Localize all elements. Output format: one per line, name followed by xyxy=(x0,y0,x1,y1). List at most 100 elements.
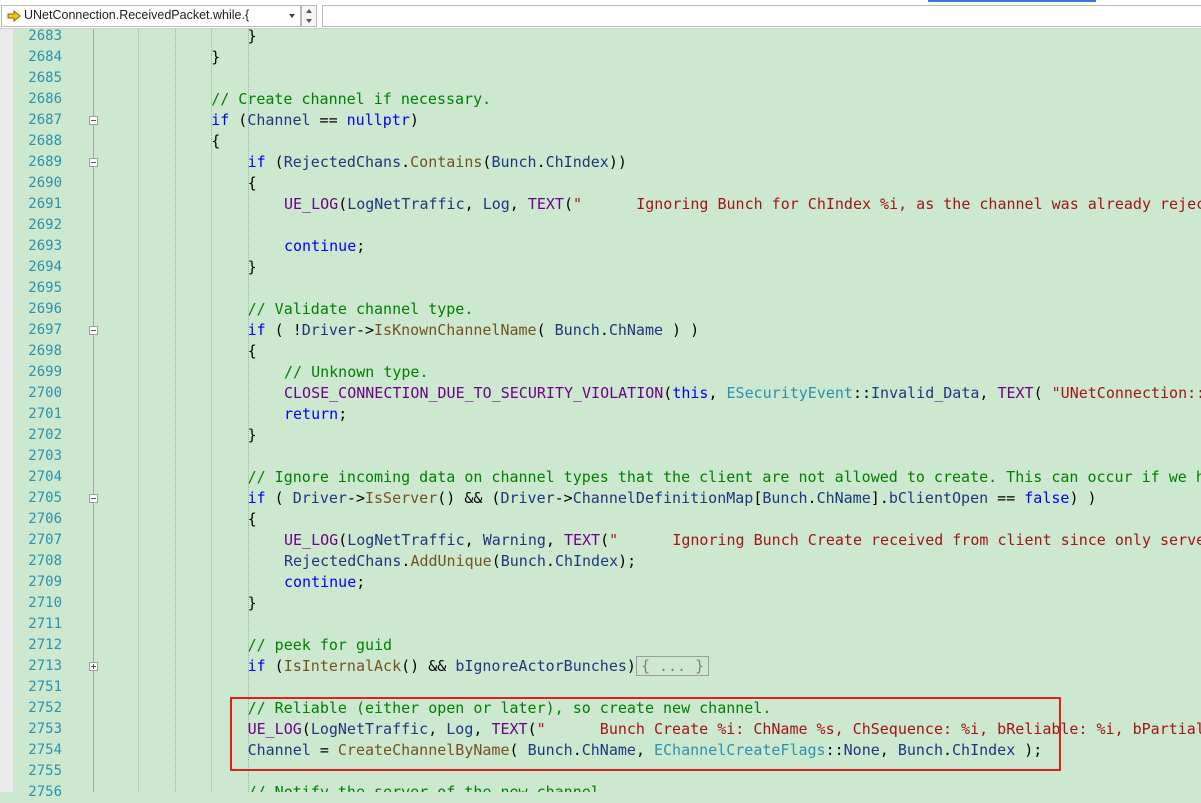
code-line[interactable]: } xyxy=(248,593,257,614)
code-line[interactable]: if ( Driver->IsServer() && (Driver->Chan… xyxy=(248,488,1097,509)
code-token: return xyxy=(284,405,339,423)
line-number: 2685 xyxy=(28,70,62,86)
line-number: 2684 xyxy=(28,49,62,65)
code-token: " Ignoring Bunch Create received from cl… xyxy=(609,531,1201,549)
code-token: ( xyxy=(265,489,293,507)
code-line[interactable]: // Create channel if necessary. xyxy=(211,89,491,110)
line-number: 2689 xyxy=(28,154,62,170)
code-line[interactable]: UE_LOG(LogNetTraffic, Log, TEXT(" Ignori… xyxy=(284,194,1201,215)
code-line[interactable]: RejectedChans.AddUnique(Bunch.ChIndex); xyxy=(284,551,636,572)
code-token: () && xyxy=(401,657,456,675)
code-token: ( ! xyxy=(265,321,302,339)
code-token: . xyxy=(599,321,609,339)
collapse-icon[interactable] xyxy=(89,158,98,167)
code-token: ( xyxy=(536,321,555,339)
code-line[interactable]: CLOSE_CONNECTION_DUE_TO_SECURITY_VIOLATI… xyxy=(284,383,1201,404)
code-line[interactable]: UE_LOG(LogNetTraffic, Warning, TEXT(" Ig… xyxy=(284,530,1201,551)
code-token: . xyxy=(545,552,555,570)
code-line[interactable]: // Notify the server of the new channel. xyxy=(248,782,609,792)
outline-fold-line xyxy=(93,29,94,792)
code-token: LogNetTraffic xyxy=(347,531,465,549)
code-line[interactable]: if (RejectedChans.Contains(Bunch.ChIndex… xyxy=(248,152,627,173)
code-line[interactable]: } xyxy=(248,29,257,47)
line-number: 2756 xyxy=(28,784,62,800)
code-token: UE_LOG xyxy=(284,195,339,213)
code-line[interactable]: { xyxy=(248,173,257,194)
code-token: TEXT xyxy=(997,384,1034,402)
code-token: } xyxy=(247,426,257,444)
indent-guide xyxy=(138,29,140,792)
collapsed-region[interactable]: { ... } xyxy=(635,656,710,676)
code-token: ; xyxy=(356,237,366,255)
line-number: 2705 xyxy=(28,490,62,506)
code-token: // peek for guid xyxy=(247,636,393,654)
code-token: TEXT xyxy=(527,195,564,213)
member-dropdown[interactable] xyxy=(322,5,1201,27)
code-token: if xyxy=(247,321,266,339)
triangle-down-icon[interactable] xyxy=(305,17,313,25)
code-token: , xyxy=(464,195,483,213)
code-token: RejectedChans xyxy=(284,552,402,570)
code-token: ) xyxy=(626,657,636,675)
code-token: , xyxy=(979,384,998,402)
code-token: ]. xyxy=(870,489,889,507)
line-number: 2751 xyxy=(28,679,62,695)
line-number: 2691 xyxy=(28,196,62,212)
code-token: , xyxy=(509,195,528,213)
collapse-icon[interactable] xyxy=(89,116,98,125)
line-number: 2692 xyxy=(28,217,62,233)
code-token: -> xyxy=(346,489,365,507)
code-line[interactable]: // Validate channel type. xyxy=(248,299,474,320)
code-token: ( xyxy=(491,552,501,570)
triangle-up-icon[interactable] xyxy=(305,7,313,15)
code-line[interactable]: // Unknown type. xyxy=(284,362,429,383)
code-token: { xyxy=(247,510,257,528)
code-token: ) ) xyxy=(1069,489,1097,507)
line-number: 2696 xyxy=(28,301,62,317)
code-token: ( xyxy=(338,531,348,549)
navigation-bar: UNetConnection.ReceivedPacket.while.{ xyxy=(0,0,1201,29)
code-line[interactable]: if ( !Driver->IsKnownChannelName( Bunch.… xyxy=(248,320,700,341)
code-line[interactable]: continue; xyxy=(284,236,365,257)
code-token: . xyxy=(401,153,411,171)
scope-spinner[interactable] xyxy=(301,5,317,27)
editor-margin xyxy=(0,29,14,792)
code-line[interactable]: continue; xyxy=(284,572,365,593)
code-token: . xyxy=(807,489,817,507)
scope-label: UNetConnection.ReceivedPacket.while.{ xyxy=(24,8,250,22)
code-line[interactable]: if (Channel == nullptr) xyxy=(211,110,419,131)
chevron-down-icon[interactable] xyxy=(286,10,298,22)
code-token: Invalid_Data xyxy=(871,384,980,402)
code-line[interactable]: } xyxy=(248,425,257,446)
indent-guide xyxy=(174,29,176,792)
code-token: ; xyxy=(356,573,366,591)
code-editor[interactable]: }} // Create channel if necessary. if (Cha… xyxy=(102,29,1201,792)
collapse-icon[interactable] xyxy=(89,494,98,503)
code-line[interactable]: return; xyxy=(284,404,347,425)
code-token: == xyxy=(988,489,1025,507)
code-line[interactable]: // Ignore incoming data on channel types… xyxy=(248,467,1201,488)
code-token: ( xyxy=(563,195,573,213)
code-line[interactable]: { xyxy=(248,341,257,362)
code-line[interactable]: if (IsInternalAck() && bIgnoreActorBunch… xyxy=(248,656,710,677)
code-token: this xyxy=(672,384,709,402)
expand-icon[interactable] xyxy=(89,662,98,671)
code-line[interactable]: // peek for guid xyxy=(248,635,393,656)
code-token: ChIndex xyxy=(545,153,609,171)
code-token: == xyxy=(310,111,347,129)
code-token: TEXT xyxy=(563,531,601,549)
line-number: 2700 xyxy=(28,385,62,401)
code-token: { xyxy=(247,342,257,360)
collapse-icon[interactable] xyxy=(89,326,98,335)
line-number: 2701 xyxy=(28,406,62,422)
code-line[interactable]: } xyxy=(211,47,220,68)
code-token: ESecurityEvent xyxy=(726,384,853,402)
code-line[interactable]: } xyxy=(248,257,257,278)
code-line[interactable]: { xyxy=(248,509,257,530)
code-token: Driver xyxy=(301,321,356,339)
code-token: } xyxy=(247,594,257,612)
code-token: () && ( xyxy=(437,489,501,507)
code-line[interactable]: { xyxy=(211,131,220,152)
code-token: ; xyxy=(338,405,348,423)
scope-dropdown[interactable]: UNetConnection.ReceivedPacket.while.{ xyxy=(1,5,301,27)
